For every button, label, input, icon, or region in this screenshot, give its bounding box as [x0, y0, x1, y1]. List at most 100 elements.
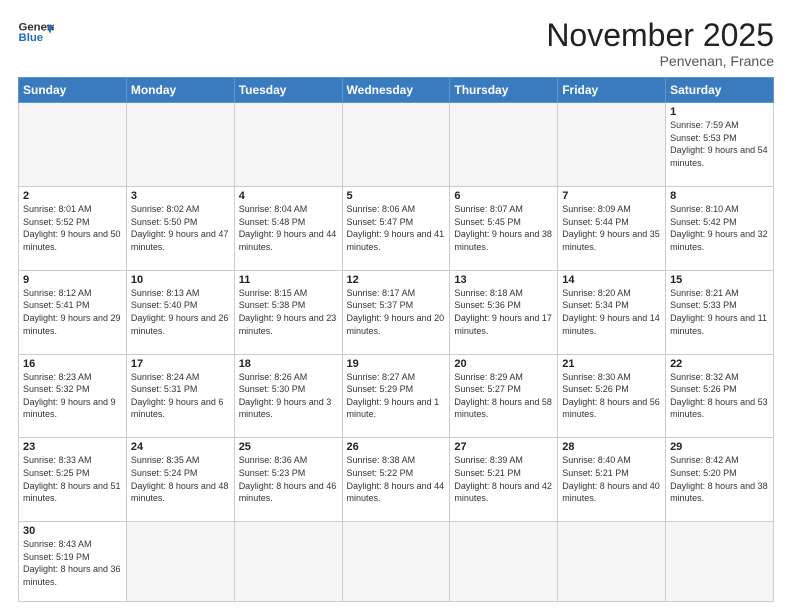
day-header-thursday: Thursday — [450, 78, 558, 103]
calendar-cell: 10Sunrise: 8:13 AMSunset: 5:40 PMDayligh… — [126, 270, 234, 354]
week-row-3: 9Sunrise: 8:12 AMSunset: 5:41 PMDaylight… — [19, 270, 774, 354]
calendar-header: SundayMondayTuesdayWednesdayThursdayFrid… — [19, 78, 774, 103]
day-info: Sunrise: 8:02 AMSunset: 5:50 PMDaylight:… — [131, 203, 230, 253]
day-header-friday: Friday — [558, 78, 666, 103]
calendar-cell: 16Sunrise: 8:23 AMSunset: 5:32 PMDayligh… — [19, 354, 127, 438]
day-info: Sunrise: 8:26 AMSunset: 5:30 PMDaylight:… — [239, 371, 338, 421]
calendar-cell — [126, 522, 234, 602]
calendar-cell: 23Sunrise: 8:33 AMSunset: 5:25 PMDayligh… — [19, 438, 127, 522]
calendar-cell: 30Sunrise: 8:43 AMSunset: 5:19 PMDayligh… — [19, 522, 127, 602]
day-number: 10 — [131, 274, 230, 286]
day-number: 21 — [562, 358, 661, 370]
calendar-cell: 6Sunrise: 8:07 AMSunset: 5:45 PMDaylight… — [450, 187, 558, 271]
calendar-cell — [558, 103, 666, 187]
week-row-2: 2Sunrise: 8:01 AMSunset: 5:52 PMDaylight… — [19, 187, 774, 271]
calendar-cell: 11Sunrise: 8:15 AMSunset: 5:38 PMDayligh… — [234, 270, 342, 354]
location: Penvenan, France — [546, 53, 774, 69]
day-info: Sunrise: 8:30 AMSunset: 5:26 PMDaylight:… — [562, 371, 661, 421]
day-info: Sunrise: 8:20 AMSunset: 5:34 PMDaylight:… — [562, 287, 661, 337]
day-number: 9 — [23, 274, 122, 286]
logo-icon: General Blue — [18, 18, 54, 46]
day-number: 30 — [23, 525, 122, 537]
day-number: 14 — [562, 274, 661, 286]
day-header-sunday: Sunday — [19, 78, 127, 103]
day-info: Sunrise: 8:36 AMSunset: 5:23 PMDaylight:… — [239, 454, 338, 504]
day-number: 13 — [454, 274, 553, 286]
day-number: 2 — [23, 190, 122, 202]
week-row-1: 1Sunrise: 7:59 AMSunset: 5:53 PMDaylight… — [19, 103, 774, 187]
calendar-cell: 9Sunrise: 8:12 AMSunset: 5:41 PMDaylight… — [19, 270, 127, 354]
day-header-wednesday: Wednesday — [342, 78, 450, 103]
day-number: 19 — [347, 358, 446, 370]
days-row: SundayMondayTuesdayWednesdayThursdayFrid… — [19, 78, 774, 103]
title-block: November 2025 Penvenan, France — [546, 18, 774, 69]
day-info: Sunrise: 7:59 AMSunset: 5:53 PMDaylight:… — [670, 119, 769, 169]
calendar-cell: 19Sunrise: 8:27 AMSunset: 5:29 PMDayligh… — [342, 354, 450, 438]
day-number: 3 — [131, 190, 230, 202]
day-info: Sunrise: 8:06 AMSunset: 5:47 PMDaylight:… — [347, 203, 446, 253]
calendar-cell: 20Sunrise: 8:29 AMSunset: 5:27 PMDayligh… — [450, 354, 558, 438]
day-info: Sunrise: 8:42 AMSunset: 5:20 PMDaylight:… — [670, 454, 769, 504]
day-number: 11 — [239, 274, 338, 286]
day-info: Sunrise: 8:39 AMSunset: 5:21 PMDaylight:… — [454, 454, 553, 504]
day-info: Sunrise: 8:43 AMSunset: 5:19 PMDaylight:… — [23, 538, 122, 588]
day-header-monday: Monday — [126, 78, 234, 103]
day-info: Sunrise: 8:32 AMSunset: 5:26 PMDaylight:… — [670, 371, 769, 421]
day-number: 26 — [347, 441, 446, 453]
calendar-cell — [342, 103, 450, 187]
calendar: SundayMondayTuesdayWednesdayThursdayFrid… — [18, 77, 774, 602]
calendar-cell: 7Sunrise: 8:09 AMSunset: 5:44 PMDaylight… — [558, 187, 666, 271]
day-info: Sunrise: 8:10 AMSunset: 5:42 PMDaylight:… — [670, 203, 769, 253]
day-info: Sunrise: 8:29 AMSunset: 5:27 PMDaylight:… — [454, 371, 553, 421]
day-number: 15 — [670, 274, 769, 286]
day-info: Sunrise: 8:09 AMSunset: 5:44 PMDaylight:… — [562, 203, 661, 253]
day-info: Sunrise: 8:13 AMSunset: 5:40 PMDaylight:… — [131, 287, 230, 337]
day-number: 23 — [23, 441, 122, 453]
svg-text:Blue: Blue — [19, 32, 44, 44]
month-title: November 2025 — [546, 18, 774, 53]
day-number: 18 — [239, 358, 338, 370]
day-info: Sunrise: 8:35 AMSunset: 5:24 PMDaylight:… — [131, 454, 230, 504]
day-number: 22 — [670, 358, 769, 370]
page: General Blue November 2025 Penvenan, Fra… — [0, 0, 792, 612]
calendar-cell: 1Sunrise: 7:59 AMSunset: 5:53 PMDaylight… — [666, 103, 774, 187]
calendar-cell: 24Sunrise: 8:35 AMSunset: 5:24 PMDayligh… — [126, 438, 234, 522]
day-header-tuesday: Tuesday — [234, 78, 342, 103]
day-info: Sunrise: 8:01 AMSunset: 5:52 PMDaylight:… — [23, 203, 122, 253]
day-number: 24 — [131, 441, 230, 453]
day-info: Sunrise: 8:18 AMSunset: 5:36 PMDaylight:… — [454, 287, 553, 337]
day-number: 12 — [347, 274, 446, 286]
calendar-cell: 13Sunrise: 8:18 AMSunset: 5:36 PMDayligh… — [450, 270, 558, 354]
week-row-6: 30Sunrise: 8:43 AMSunset: 5:19 PMDayligh… — [19, 522, 774, 602]
day-info: Sunrise: 8:27 AMSunset: 5:29 PMDaylight:… — [347, 371, 446, 421]
calendar-cell: 8Sunrise: 8:10 AMSunset: 5:42 PMDaylight… — [666, 187, 774, 271]
day-number: 16 — [23, 358, 122, 370]
day-number: 20 — [454, 358, 553, 370]
calendar-cell — [19, 103, 127, 187]
calendar-cell: 17Sunrise: 8:24 AMSunset: 5:31 PMDayligh… — [126, 354, 234, 438]
day-info: Sunrise: 8:15 AMSunset: 5:38 PMDaylight:… — [239, 287, 338, 337]
day-number: 5 — [347, 190, 446, 202]
calendar-cell: 26Sunrise: 8:38 AMSunset: 5:22 PMDayligh… — [342, 438, 450, 522]
day-number: 4 — [239, 190, 338, 202]
calendar-cell: 29Sunrise: 8:42 AMSunset: 5:20 PMDayligh… — [666, 438, 774, 522]
week-row-5: 23Sunrise: 8:33 AMSunset: 5:25 PMDayligh… — [19, 438, 774, 522]
calendar-cell: 22Sunrise: 8:32 AMSunset: 5:26 PMDayligh… — [666, 354, 774, 438]
calendar-cell: 25Sunrise: 8:36 AMSunset: 5:23 PMDayligh… — [234, 438, 342, 522]
calendar-cell: 12Sunrise: 8:17 AMSunset: 5:37 PMDayligh… — [342, 270, 450, 354]
day-number: 25 — [239, 441, 338, 453]
calendar-cell: 21Sunrise: 8:30 AMSunset: 5:26 PMDayligh… — [558, 354, 666, 438]
calendar-cell — [450, 103, 558, 187]
day-info: Sunrise: 8:24 AMSunset: 5:31 PMDaylight:… — [131, 371, 230, 421]
calendar-cell — [234, 103, 342, 187]
logo: General Blue — [18, 18, 54, 46]
calendar-cell: 14Sunrise: 8:20 AMSunset: 5:34 PMDayligh… — [558, 270, 666, 354]
day-number: 27 — [454, 441, 553, 453]
calendar-cell — [450, 522, 558, 602]
day-number: 8 — [670, 190, 769, 202]
day-number: 1 — [670, 106, 769, 118]
calendar-cell — [558, 522, 666, 602]
day-info: Sunrise: 8:38 AMSunset: 5:22 PMDaylight:… — [347, 454, 446, 504]
day-info: Sunrise: 8:33 AMSunset: 5:25 PMDaylight:… — [23, 454, 122, 504]
calendar-cell — [666, 522, 774, 602]
